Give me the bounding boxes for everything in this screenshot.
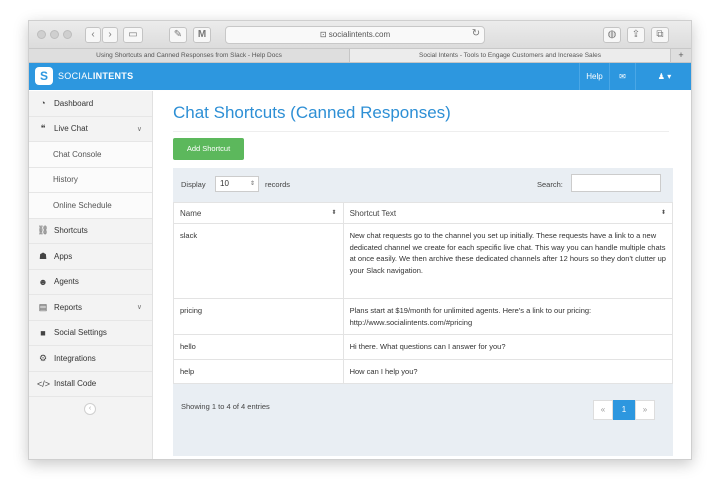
- title-divider: [173, 131, 669, 132]
- shortcuts-table-panel: Display 10 ⇕ records Search: Name ⬍ Shortc…: [173, 168, 674, 456]
- gmail-icon: M: [197, 29, 207, 40]
- shortcuts-table: Name ⬍ Shortcut Text ⬍ slack New chat requ…: [173, 202, 674, 384]
- sidebar-item-dashboard[interactable]: ◔ Dashboard: [29, 91, 152, 117]
- records-label: records: [265, 180, 291, 189]
- pin-icon: ✎: [173, 29, 183, 40]
- code-icon: </>: [37, 378, 51, 389]
- shortcut-text-cell: Plans start at $19/month for unlimited a…: [342, 298, 674, 335]
- table-row[interactable]: help How can I help you?: [173, 358, 674, 384]
- sidebar-item-agents[interactable]: ☻ Agents: [29, 270, 152, 295]
- shortcut-name-cell: pricing: [173, 298, 344, 335]
- address-bar[interactable]: ⊡ socialintents.com: [225, 26, 485, 44]
- shortcut-text-cell: How can I help you?: [342, 358, 674, 384]
- extension-button[interactable]: ◍: [603, 27, 621, 43]
- pagination-prev[interactable]: «: [593, 400, 613, 420]
- table-row[interactable]: slack New chat requests go to the channe…: [173, 223, 674, 299]
- sort-icon: ⬍: [660, 210, 666, 216]
- shortcut-text-cell: New chat requests go to the channel you …: [342, 223, 674, 299]
- minimize-window-button[interactable]: [50, 30, 59, 39]
- chat-icon: ❝: [40, 123, 46, 134]
- reload-icon: ↻: [471, 28, 481, 39]
- back-button[interactable]: ‹: [85, 27, 101, 43]
- table-row[interactable]: hello Hi there. What questions can I ans…: [173, 334, 674, 360]
- sidebar-toggle-button[interactable]: ▭: [123, 27, 143, 43]
- sidebar: ◔ Dashboard ❝ Live Chat ∨ Chat Console Hist…: [29, 91, 153, 459]
- shortcut-text-cell: Hi there. What questions can I answer fo…: [342, 334, 674, 360]
- sidebar-collapse-button[interactable]: ‹: [84, 403, 96, 415]
- sidebar-item-reports[interactable]: ▤ Reports ∨: [29, 295, 152, 321]
- main-content: Chat Shortcuts (Canned Responses) Add Sh…: [153, 91, 691, 459]
- browser-tab-bar: Using Shortcuts and Canned Responses fro…: [29, 49, 691, 63]
- pin-button[interactable]: ✎: [169, 27, 187, 43]
- gmail-button[interactable]: M: [193, 27, 211, 43]
- brand-name[interactable]: SOCIALINTENTS: [58, 71, 133, 81]
- share-icon: ⇪: [631, 29, 641, 40]
- shortcut-name-cell: help: [173, 358, 344, 384]
- messages-button[interactable]: ✉: [609, 63, 635, 90]
- sidebar-item-chat-console[interactable]: Chat Console: [29, 142, 152, 168]
- lock-icon: ⊡: [319, 30, 329, 39]
- user-menu-button[interactable]: ♟ ▾: [635, 63, 691, 90]
- chevron-right-icon: ›: [108, 29, 112, 40]
- envelope-icon: ✉: [619, 72, 626, 81]
- browser-window: ‹ › ▭ ✎ M ⊡ socialintents.com ↻ ◍ ⇪ ⧉ Us…: [28, 20, 692, 460]
- shortcut-name-cell: slack: [173, 223, 344, 299]
- sidebar-icon: ▭: [128, 29, 138, 40]
- column-header-name[interactable]: Name ⬍: [173, 202, 344, 224]
- new-tab-button[interactable]: +: [671, 49, 691, 62]
- sidebar-item-integrations[interactable]: ⚙ Integrations: [29, 346, 152, 372]
- column-header-shortcut-text[interactable]: Shortcut Text ⬍: [342, 202, 674, 224]
- chevron-left-icon: ‹: [91, 29, 95, 40]
- extension-icon: ◍: [607, 29, 617, 40]
- browser-toolbar: ‹ › ▭ ✎ M ⊡ socialintents.com ↻ ◍ ⇪ ⧉: [29, 21, 691, 49]
- sort-icon: ⬍: [331, 210, 337, 216]
- forward-button[interactable]: ›: [102, 27, 118, 43]
- table-header-row: Name ⬍ Shortcut Text ⬍: [173, 202, 674, 224]
- url-text: socialintents.com: [328, 30, 391, 39]
- zoom-window-button[interactable]: [63, 30, 72, 39]
- app-header: S SOCIALINTENTS Help ✉ ♟ ▾: [29, 63, 691, 90]
- tabs-icon: ⧉: [656, 29, 664, 40]
- agents-icon: ☻: [38, 276, 48, 287]
- facebook-icon: ■: [40, 327, 46, 338]
- link-icon: ⛓: [37, 225, 49, 236]
- sidebar-item-social-settings[interactable]: ■ Social Settings: [29, 321, 152, 346]
- user-icon: ♟: [657, 72, 665, 81]
- sidebar-item-shortcuts[interactable]: ⛓ Shortcuts: [29, 219, 152, 244]
- dashboard-icon: ◔: [40, 98, 46, 109]
- table-row[interactable]: pricing Plans start at $19/month for unl…: [173, 298, 674, 335]
- sidebar-collapse: ‹: [29, 397, 152, 421]
- pagination-next[interactable]: »: [635, 400, 655, 420]
- records-per-page-select[interactable]: 10 ⇕: [215, 176, 259, 192]
- add-shortcut-button[interactable]: Add Shortcut: [173, 138, 244, 160]
- chevron-down-icon: ∨: [136, 304, 142, 312]
- help-button[interactable]: Help: [579, 63, 609, 90]
- table-info: Showing 1 to 4 of 4 entries: [181, 402, 270, 411]
- tabs-overview-button[interactable]: ⧉: [651, 27, 669, 43]
- display-label: Display: [181, 180, 206, 189]
- shortcut-name-cell: hello: [173, 334, 344, 360]
- browser-tab-help-docs[interactable]: Using Shortcuts and Canned Responses fro…: [29, 49, 350, 62]
- search-input[interactable]: [571, 174, 661, 192]
- logo-icon[interactable]: S: [35, 67, 53, 85]
- caret-down-icon: ▾: [667, 72, 672, 81]
- select-arrows-icon: ⇕: [249, 181, 255, 187]
- pagination-page-1[interactable]: 1: [613, 400, 635, 420]
- reports-icon: ▤: [38, 301, 48, 312]
- sidebar-item-apps[interactable]: ☗ Apps: [29, 244, 152, 270]
- search-label: Search:: [537, 180, 563, 189]
- share-button[interactable]: ⇪: [627, 27, 645, 43]
- chevron-down-icon: ∨: [136, 125, 142, 133]
- page-title: Chat Shortcuts (Canned Responses): [173, 103, 451, 122]
- sidebar-item-history[interactable]: History: [29, 167, 152, 193]
- sidebar-item-online-schedule[interactable]: Online Schedule: [29, 193, 152, 219]
- browser-tab-social-intents[interactable]: Social Intents - Tools to Engage Custome…: [350, 49, 671, 62]
- apps-icon: ☗: [38, 250, 48, 261]
- close-window-button[interactable]: [37, 30, 46, 39]
- sidebar-item-install-code[interactable]: </> Install Code: [29, 372, 152, 397]
- reload-button[interactable]: ↻: [469, 27, 483, 43]
- sidebar-item-live-chat[interactable]: ❝ Live Chat ∨: [29, 117, 152, 142]
- cogs-icon: ⚙: [38, 352, 48, 363]
